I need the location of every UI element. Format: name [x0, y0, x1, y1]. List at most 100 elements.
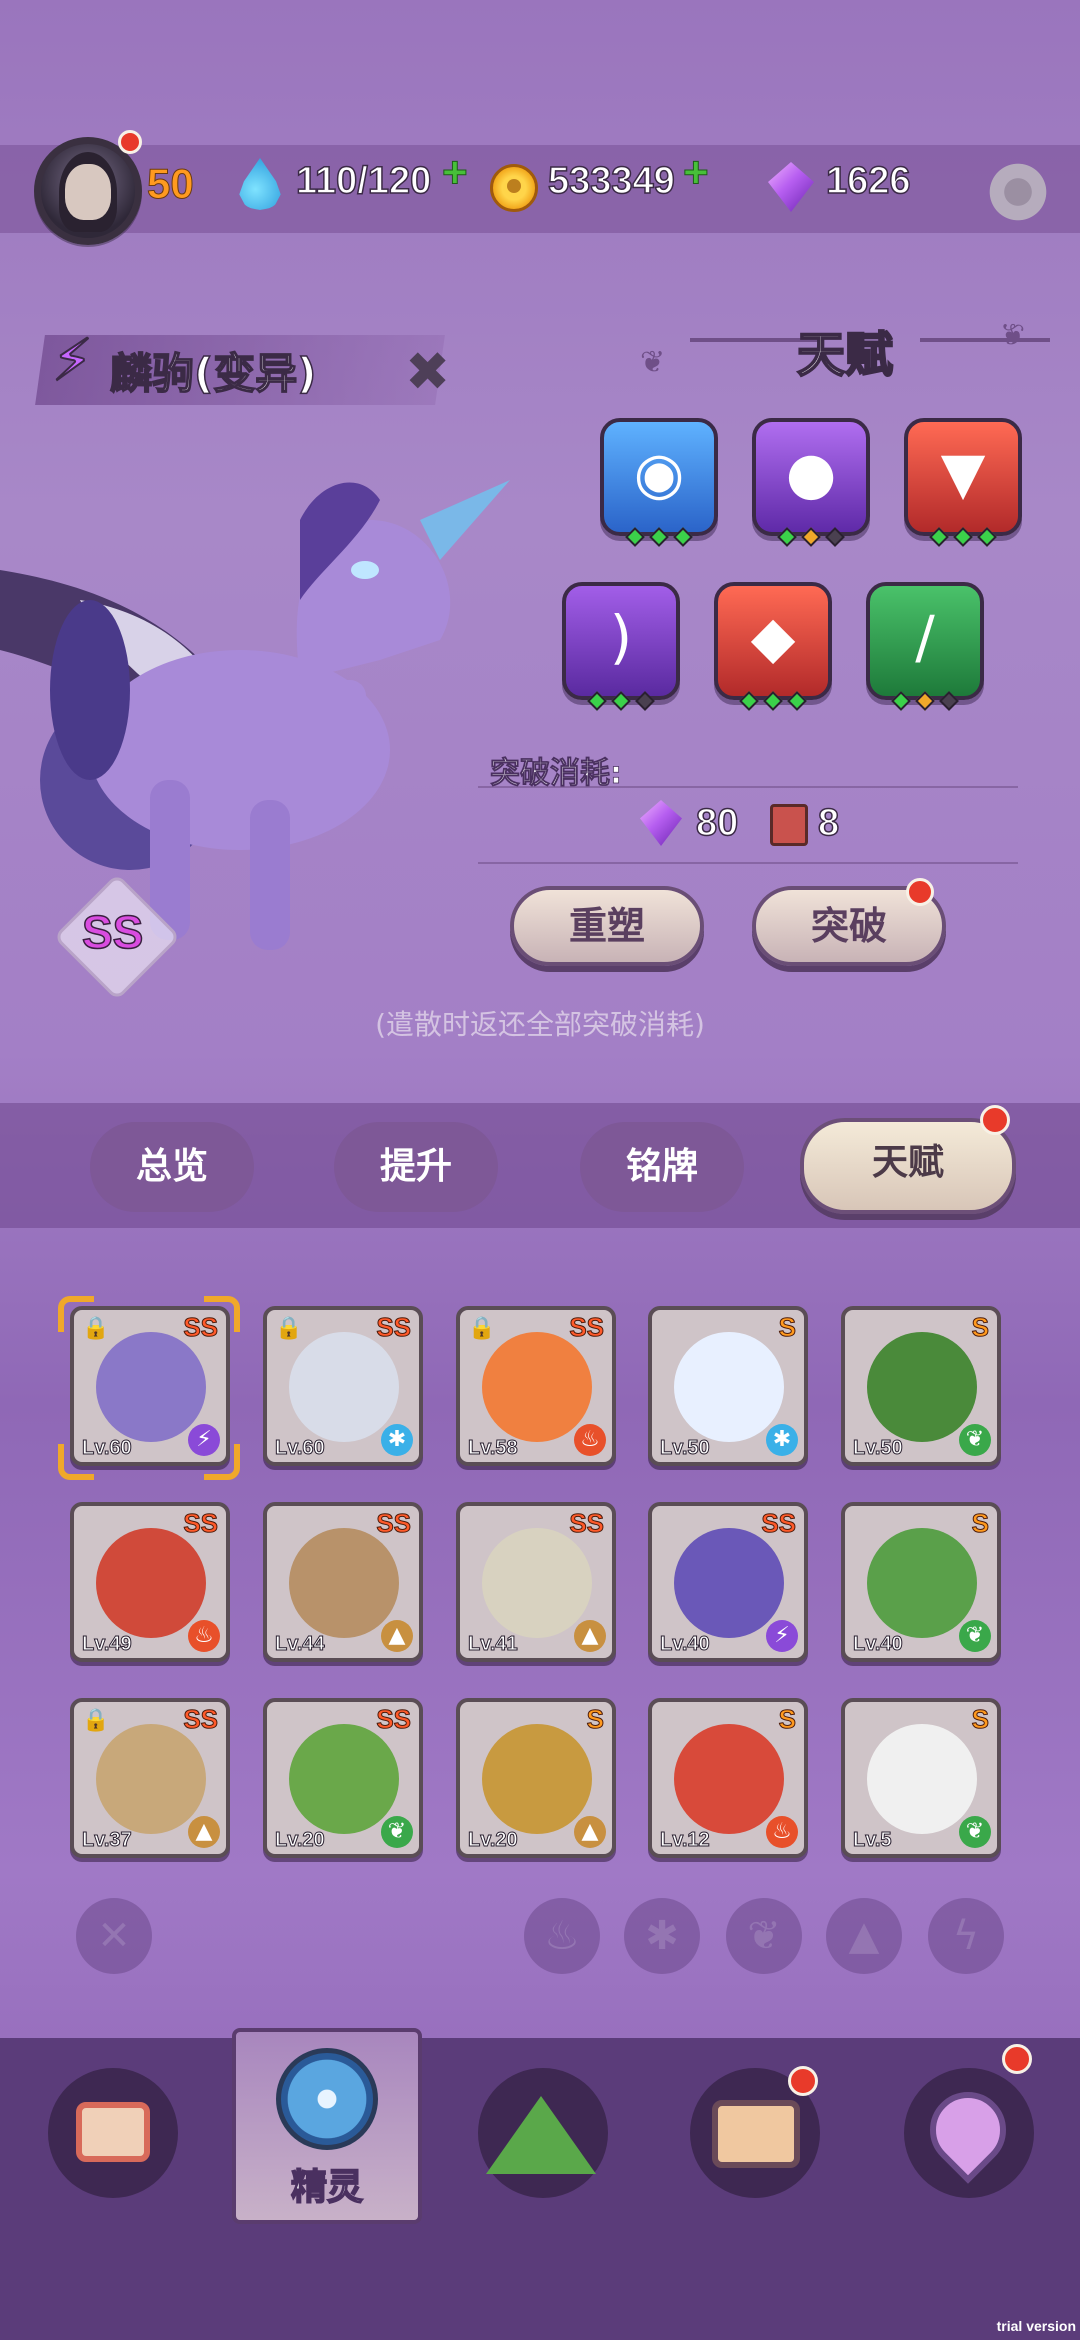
pet-card[interactable]: SS Lv.49 ♨ [70, 1502, 230, 1662]
pet-card[interactable]: S Lv.12 ♨ [648, 1698, 808, 1858]
avatar-notification-dot [118, 130, 142, 154]
pet-level: Lv.41 [468, 1633, 519, 1656]
reshape-button[interactable]: 重塑 [510, 886, 704, 966]
talent-crystal[interactable]: ◆ [714, 582, 832, 711]
pet-portrait [96, 1724, 206, 1834]
talent-level-pips [908, 525, 1018, 550]
pet-card[interactable]: S Lv.40 ❦ [841, 1502, 1001, 1662]
pet-level: Lv.5 [853, 1829, 893, 1852]
pet-level: Lv.58 [468, 1437, 519, 1460]
fire-filter-icon[interactable]: ♨ [524, 1898, 600, 1974]
coin-icon [490, 164, 538, 212]
pet-card[interactable]: S Lv.50 ✱ [648, 1306, 808, 1466]
pet-portrait [867, 1332, 977, 1442]
backpack-icon [76, 2102, 150, 2162]
pet-level: Lv.49 [82, 1633, 133, 1656]
player-level: 50 [147, 160, 195, 208]
tab-upgrade[interactable]: 提升 [334, 1122, 498, 1212]
refund-note: (遣散时返还全部突破消耗) [375, 1008, 705, 1041]
lock-icon: 🔒 [275, 1316, 303, 1341]
pet-level: Lv.44 [275, 1633, 326, 1656]
talent-orb[interactable]: ● [752, 418, 870, 547]
add-coins-button[interactable]: + [683, 148, 710, 198]
talent-title: 天赋 [796, 326, 894, 384]
ornament-line-right [920, 338, 1050, 342]
talent-book-icon [770, 804, 808, 846]
pet-rank: SS [183, 1508, 219, 1539]
element-icon: ❦ [959, 1424, 991, 1456]
pet-level: Lv.20 [468, 1829, 519, 1852]
pet-rank: SS [183, 1704, 219, 1735]
mountain-icon [486, 2096, 596, 2174]
pet-rank: SS [569, 1508, 605, 1539]
add-energy-button[interactable]: + [442, 148, 469, 198]
pet-card[interactable]: SS Lv.60 ✱ 🔒 [263, 1306, 423, 1466]
fang-icon: ▼ [940, 439, 986, 507]
talent-eye[interactable]: ◉ [600, 418, 718, 547]
element-icon: ✱ [766, 1424, 798, 1456]
pet-card[interactable]: SS Lv.44 ▲ [263, 1502, 423, 1662]
close-icon[interactable]: ✖ [405, 340, 450, 403]
pet-level: Lv.40 [660, 1633, 711, 1656]
talent-level-pips [870, 689, 980, 714]
leaf-filter-icon[interactable]: ❦ [726, 1898, 802, 1974]
pet-card[interactable]: SS Lv.58 ♨ 🔒 [456, 1306, 616, 1466]
book-cost: 8 [817, 801, 840, 845]
gem-icon [640, 800, 682, 846]
pet-portrait [289, 1724, 399, 1834]
talent-wave[interactable]: ) [562, 582, 680, 711]
pet-portrait [482, 1724, 592, 1834]
location-notification-dot [1002, 2044, 1032, 2074]
element-icon: ❦ [381, 1816, 413, 1848]
element-icon: ▲ [574, 1816, 606, 1848]
pet-level: Lv.20 [275, 1829, 326, 1852]
element-icon: ▲ [381, 1620, 413, 1652]
pet-rank: SS [761, 1508, 797, 1539]
pet-portrait [674, 1724, 784, 1834]
pet-portrait [482, 1332, 592, 1442]
pet-portrait [289, 1528, 399, 1638]
gear-icon[interactable] [986, 160, 1050, 224]
pet-rank: S [778, 1704, 796, 1735]
pet-rank: S [778, 1312, 796, 1343]
orb-icon: ● [785, 439, 837, 507]
earth-filter-icon[interactable]: ▲ [826, 1898, 902, 1974]
talent-level-pips [604, 525, 714, 550]
pet-level: Lv.50 [853, 1437, 904, 1460]
pet-level: Lv.12 [660, 1829, 711, 1852]
pet-portrait [482, 1528, 592, 1638]
pet-portrait [96, 1332, 206, 1442]
ice-filter-icon[interactable]: ✱ [624, 1898, 700, 1974]
pet-rank: S [971, 1508, 989, 1539]
talent-fangs[interactable]: ▼ [904, 418, 1022, 547]
pet-name: 麟驹(变异) [109, 348, 317, 399]
watermark: trial version [996, 2318, 1076, 2334]
pet-card[interactable]: SS Lv.40 ⚡ [648, 1502, 808, 1662]
talent-claw[interactable]: / [866, 582, 984, 711]
pet-card[interactable]: SS Lv.20 ❦ [263, 1698, 423, 1858]
pet-portrait [867, 1528, 977, 1638]
spirit-icon [276, 2048, 378, 2150]
chest-icon [712, 2100, 800, 2168]
selection-corner [204, 1296, 240, 1332]
gems-value: 1626 [825, 159, 911, 203]
pet-level: Lv.60 [275, 1437, 326, 1460]
lightning-filter-icon[interactable]: ϟ [928, 1898, 1004, 1974]
chest-notification-dot [788, 2066, 818, 2096]
tab-nameplate[interactable]: 铭牌 [580, 1122, 744, 1212]
energy-value: 110/120 [295, 159, 432, 203]
tab-overview[interactable]: 总览 [90, 1122, 254, 1212]
talent-tab-notification-dot [980, 1105, 1010, 1135]
claw-icon: / [915, 603, 935, 671]
pet-card[interactable]: S Lv.20 ▲ [456, 1698, 616, 1858]
pet-card[interactable]: SS Lv.37 ▲ 🔒 [70, 1698, 230, 1858]
pet-card[interactable]: S Lv.5 ❦ [841, 1698, 1001, 1858]
pet-card[interactable]: SS Lv.41 ▲ [456, 1502, 616, 1662]
pet-card[interactable]: S Lv.50 ❦ [841, 1306, 1001, 1466]
pet-rank: S [971, 1704, 989, 1735]
tab-talent[interactable]: 天赋 [800, 1118, 1016, 1214]
element-icon: ♨ [574, 1424, 606, 1456]
clear-filter-button[interactable]: ✕ [76, 1898, 152, 1974]
divider-bottom [478, 862, 1018, 864]
element-icon: ♨ [766, 1816, 798, 1848]
